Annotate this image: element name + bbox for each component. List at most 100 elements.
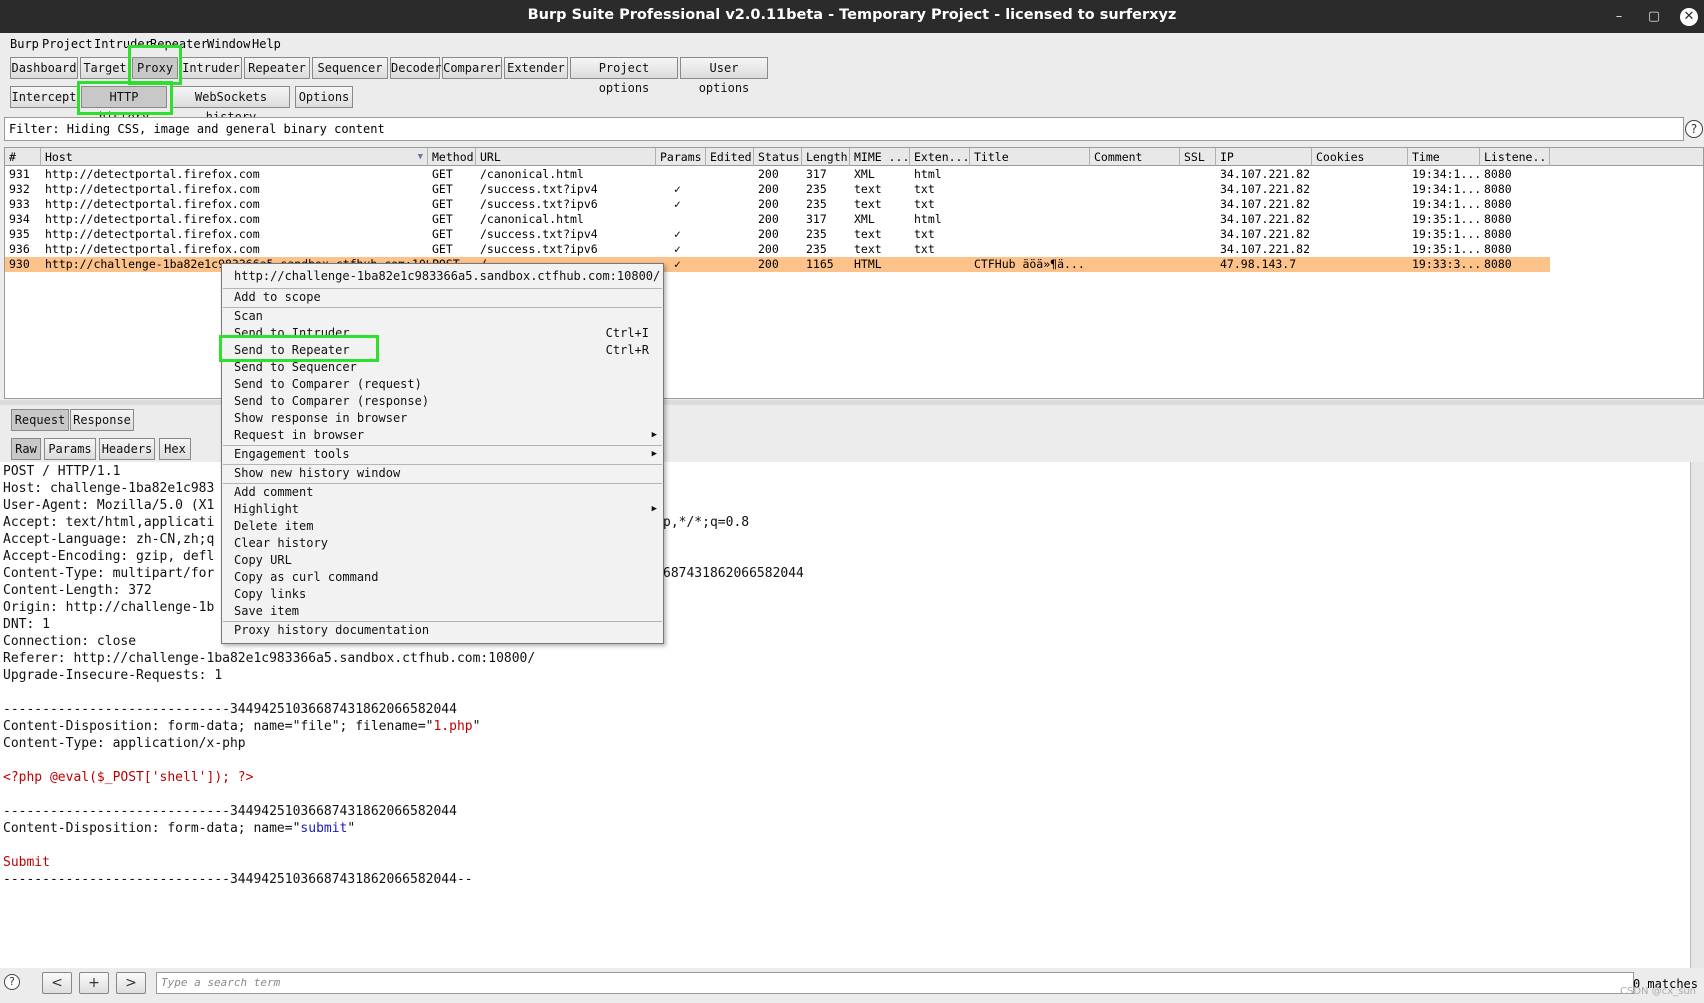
cell-method: GET [432, 242, 453, 256]
tab-target[interactable]: Target [80, 57, 130, 79]
maximize-icon[interactable]: ▢ [1645, 8, 1663, 26]
menu-item-copy-as-curl[interactable]: Copy as curl command [222, 569, 663, 586]
part-content-type: Content-Type: application/x-php [3, 736, 246, 751]
tab-project-options[interactable]: Project options [570, 57, 678, 95]
cell-listener: 8080 [1484, 227, 1512, 241]
menu-item-clear-history[interactable]: Clear history [222, 535, 663, 552]
tab-raw[interactable]: Raw [11, 438, 41, 460]
cell-host: http://detectportal.firefox.com [45, 167, 260, 181]
menu-item-copy-links[interactable]: Copy links [222, 586, 663, 603]
tab-user-options[interactable]: User options [680, 57, 768, 95]
menu-item-request-in-browser[interactable]: Request in browser ▶ [222, 427, 663, 444]
filter-bar[interactable]: Filter: Hiding CSS, image and general bi… [4, 117, 1684, 141]
cell-host: http://detectportal.firefox.com [45, 227, 260, 241]
menu-item-proxy-history-documentation[interactable]: Proxy history documentation [222, 622, 663, 639]
menu-item-engagement-tools[interactable]: Engagement tools ▶ [222, 446, 663, 463]
menu-item-highlight[interactable]: Highlight ▶ [222, 501, 663, 518]
menu-item-show-new-history-window[interactable]: Show new history window [222, 465, 663, 482]
table-row[interactable]: 931 http://detectportal.firefox.com GET/ca… [5, 167, 1550, 182]
cell-time: 19:33:3... [1412, 257, 1480, 271]
col-status[interactable]: Status [754, 148, 802, 166]
col-time[interactable]: Time [1408, 148, 1480, 166]
tab-params[interactable]: Params [44, 438, 96, 460]
menu-item-copy-url[interactable]: Copy URL [222, 552, 663, 569]
cell-ext: txt [914, 197, 935, 211]
col-ssl[interactable]: SSL [1180, 148, 1216, 166]
col-extension[interactable]: Exten... [910, 148, 970, 166]
tab-websockets-history[interactable]: WebSockets history [172, 86, 290, 124]
menu-item-save-item[interactable]: Save item [222, 603, 663, 620]
tab-hex[interactable]: Hex [159, 438, 191, 460]
help-icon[interactable]: ? [1685, 120, 1703, 138]
tab-intruder[interactable]: Intruder [180, 57, 242, 79]
menu-item-label: Highlight [234, 502, 300, 516]
cell-num: 930 [9, 257, 30, 271]
cell-status: 200 [758, 182, 779, 196]
menu-item-send-to-comparer-response[interactable]: Send to Comparer (response) [222, 393, 663, 410]
menu-item-add-to-scope[interactable]: Add to scope [222, 289, 663, 306]
cell-params: ✓ [674, 242, 681, 256]
search-input[interactable]: Type a search term [156, 972, 1634, 994]
next-match-button[interactable]: > [116, 972, 146, 994]
menu-item-scan[interactable]: Scan [222, 308, 663, 325]
cell-num: 934 [9, 212, 30, 226]
cell-ip: 34.107.221.82 [1220, 212, 1311, 226]
table-row[interactable]: 932 http://detectportal.firefox.com GET/su… [5, 182, 1550, 197]
add-button[interactable]: + [79, 972, 109, 994]
minimize-icon[interactable]: – [1610, 8, 1628, 26]
tab-comparer[interactable]: Comparer [442, 57, 502, 79]
col-listener[interactable]: Listene... [1480, 148, 1550, 166]
sort-desc-icon: ▼ [417, 152, 423, 162]
menu-burp[interactable]: Burp [10, 37, 39, 51]
cell-ip: 34.107.221.82 [1220, 197, 1311, 211]
cell-params: ✓ [674, 227, 681, 241]
tab-intercept[interactable]: Intercept [10, 86, 78, 108]
menu-project[interactable]: Project [42, 37, 93, 51]
col-ip[interactable]: IP [1216, 148, 1312, 166]
tab-decoder[interactable]: Decoder [390, 57, 442, 79]
cell-num: 936 [9, 242, 30, 256]
col-url[interactable]: URL [476, 148, 656, 166]
menu-item-send-to-comparer-request[interactable]: Send to Comparer (request) [222, 376, 663, 393]
help-icon[interactable]: ? [4, 974, 20, 990]
col-cookies[interactable]: Cookies [1312, 148, 1408, 166]
col-mime[interactable]: MIME ... [850, 148, 910, 166]
col-params[interactable]: Params [656, 148, 706, 166]
col-comment[interactable]: Comment [1090, 148, 1180, 166]
tab-headers[interactable]: Headers [99, 438, 155, 460]
previous-match-button[interactable]: < [42, 972, 72, 994]
col-title[interactable]: Title [970, 148, 1090, 166]
cell-num: 935 [9, 227, 30, 241]
tab-request[interactable]: Request [11, 409, 69, 431]
editor-scrollbar[interactable] [1690, 462, 1704, 970]
col-length[interactable]: Length [802, 148, 850, 166]
col-num[interactable]: # [5, 148, 41, 166]
cell-title: CTFHub äöä»¶ä... [974, 257, 1085, 271]
boundary-line: -----------------------------34494251036… [3, 804, 457, 819]
closing-boundary-line: -----------------------------34494251036… [3, 872, 473, 887]
tab-extender[interactable]: Extender [504, 57, 568, 79]
close-icon[interactable]: ✕ [1680, 8, 1698, 26]
header-content-length: Content-Length: 372 [3, 583, 152, 598]
menu-help[interactable]: Help [252, 37, 281, 51]
table-row[interactable]: 935 http://detectportal.firefox.com GET/su… [5, 227, 1550, 242]
col-edited[interactable]: Edited [706, 148, 754, 166]
disposition-submit-line: Content-Disposition: form-data; name="su… [3, 821, 355, 838]
disposition-file-line: Content-Disposition: form-data; name="fi… [3, 719, 480, 736]
cell-ip: 47.98.143.7 [1220, 257, 1297, 271]
tab-repeater[interactable]: Repeater [244, 57, 310, 79]
tab-response[interactable]: Response [70, 409, 134, 431]
menu-item-show-response-in-browser[interactable]: Show response in browser [222, 410, 663, 427]
tab-dashboard[interactable]: Dashboard [10, 57, 78, 79]
col-method[interactable]: Method [428, 148, 476, 166]
cell-ext: html [914, 167, 942, 181]
table-row[interactable]: 936 http://detectportal.firefox.com GET/su… [5, 242, 1550, 257]
tab-sequencer[interactable]: Sequencer [312, 57, 388, 79]
menu-item-delete-item[interactable]: Delete item [222, 518, 663, 535]
table-row[interactable]: 933 http://detectportal.firefox.com GET/su… [5, 197, 1550, 212]
table-row[interactable]: 934 http://detectportal.firefox.com GET/ca… [5, 212, 1550, 227]
col-host[interactable]: Host ▼ [41, 148, 428, 166]
menu-item-add-comment[interactable]: Add comment [222, 484, 663, 501]
menu-window[interactable]: Window [207, 37, 250, 51]
tab-options[interactable]: Options [295, 86, 353, 108]
